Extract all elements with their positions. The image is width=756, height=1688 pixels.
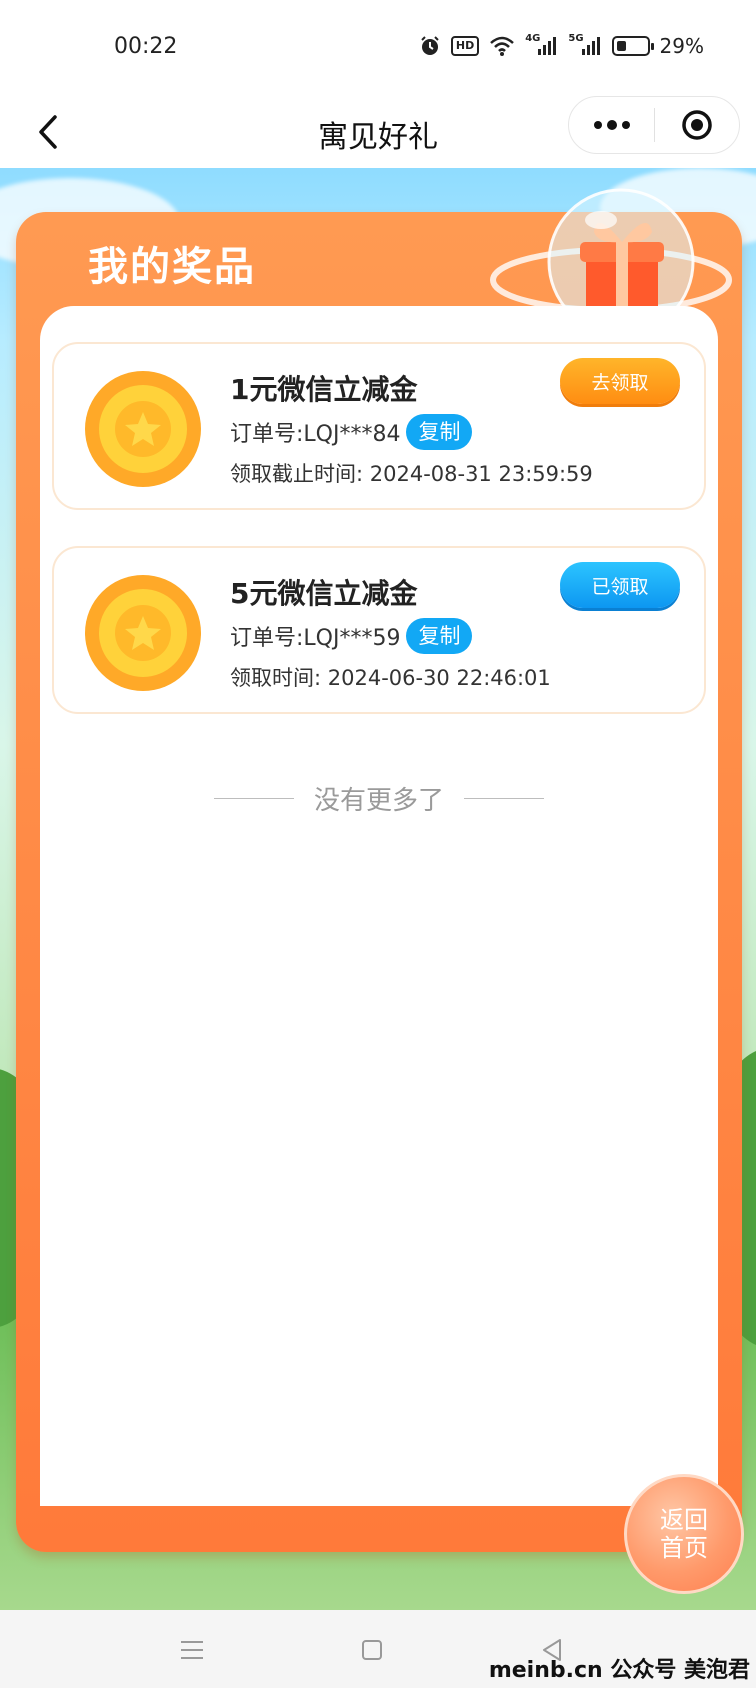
divider-line: [213, 798, 294, 799]
status-bar: 00:22 HD 4G 5G 29%: [0, 0, 756, 96]
copy-button[interactable]: 复制: [406, 618, 473, 654]
back-home-button[interactable]: 返回 首页: [624, 1474, 744, 1594]
signal-5g-icon: 5G: [568, 32, 601, 57]
battery-icon: [611, 36, 654, 56]
system-nav-bar: meinb.cn 公众号 美泡君: [0, 1610, 756, 1688]
order-number: 订单号:LQJ***59: [230, 626, 401, 651]
more-button[interactable]: [569, 96, 654, 154]
status-time: 00:22: [114, 34, 178, 59]
battery-percent: 29%: [659, 34, 704, 58]
prize-name: 1元微信立减金: [230, 373, 418, 406]
network-4g-label: 4G: [525, 32, 541, 44]
square-icon: [362, 1640, 382, 1660]
hd-icon: HD: [450, 36, 480, 56]
status-icons: HD 4G 5G 29%: [419, 32, 704, 58]
prize-list: 1元微信立减金 订单号:LQJ***84 复制 领取截止时间: 2024-08-…: [40, 306, 718, 1506]
order-row: 订单号:LQJ***84 复制: [230, 414, 473, 450]
claimed-button[interactable]: 已领取: [560, 562, 680, 608]
order-row: 订单号:LQJ***59 复制: [230, 618, 473, 654]
prize-panel: 我的奖品 1元微信立减金 订单号:LQJ***84 复制 领取截止时间: 202…: [16, 188, 742, 1552]
signal-4g-icon: 4G: [525, 32, 558, 57]
battery-level: [616, 41, 626, 51]
nav-bar: 寓见好礼: [0, 96, 756, 168]
watermark-text: meinb.cn 公众号 美泡君: [488, 1658, 750, 1683]
copy-button[interactable]: 复制: [406, 414, 473, 450]
list-end-text: 没有更多了: [313, 786, 444, 816]
menu-button[interactable]: [168, 1626, 216, 1674]
wifi-icon: [489, 35, 515, 57]
network-5g-label: 5G: [568, 32, 584, 44]
alarm-icon: [419, 35, 441, 57]
order-number: 订单号:LQJ***84: [230, 422, 401, 447]
prize-card: 5元微信立减金 订单号:LQJ***59 复制 领取时间: 2024-06-30…: [52, 546, 706, 714]
claim-time: 领取时间: 2024-06-30 22:46:01: [230, 666, 551, 690]
prize-name: 5元微信立减金: [230, 577, 418, 610]
close-miniprogram-button[interactable]: [655, 96, 739, 154]
coin-icon: [85, 575, 201, 691]
more-dots-icon: [593, 120, 630, 130]
prize-card: 1元微信立减金 订单号:LQJ***84 复制 领取截止时间: 2024-08-…: [52, 342, 706, 510]
target-icon: [682, 110, 712, 140]
home-button[interactable]: [348, 1626, 396, 1674]
menu-icon: [181, 1641, 203, 1659]
divider-line: [464, 798, 544, 799]
back-home-label-line2: 首页: [660, 1534, 708, 1562]
claim-button[interactable]: 去领取: [560, 358, 680, 404]
mini-program-capsule: [568, 96, 740, 154]
coin-icon: [85, 371, 201, 487]
panel-title: 我的奖品: [88, 244, 256, 290]
scene-background: 我的奖品 1元微信立减金 订单号:LQJ***84 复制 领取截止时间: 202…: [0, 168, 756, 1610]
list-end-indicator: 没有更多了: [40, 780, 718, 817]
back-home-label-line1: 返回: [660, 1506, 708, 1534]
deadline-time: 领取截止时间: 2024-08-31 23:59:59: [230, 462, 593, 486]
